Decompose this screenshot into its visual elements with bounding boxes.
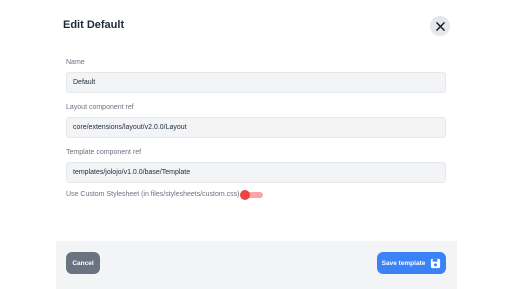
name-input[interactable]: Default	[66, 72, 446, 93]
dialog-footer: Cancel Save template	[56, 241, 457, 289]
save-button-label: Save template	[381, 259, 426, 267]
custom-stylesheet-label: Use Custom Stylesheet (in files/styleshe…	[66, 191, 240, 198]
template-ref-input[interactable]: templates/jolojo/v1.0.0/base/Template	[66, 162, 446, 183]
template-ref-label: Template component ref	[66, 149, 142, 156]
cancel-button[interactable]: Cancel	[66, 252, 100, 274]
name-label: Name	[66, 59, 85, 66]
toggle-thumb	[240, 190, 250, 200]
save-template-button[interactable]: Save template	[377, 252, 446, 274]
close-icon	[435, 21, 445, 31]
edit-dialog: Edit Default Name Default Layout compone…	[56, 0, 457, 289]
layout-ref-input[interactable]: core/extensions/layout/v2.0.0/Layout	[66, 117, 446, 138]
save-icon	[431, 258, 441, 268]
layout-ref-label: Layout component ref	[66, 104, 134, 111]
custom-stylesheet-toggle[interactable]	[240, 190, 263, 200]
close-button[interactable]	[430, 16, 450, 36]
cancel-button-label: Cancel	[72, 259, 94, 267]
dialog-title: Edit Default	[63, 19, 125, 31]
